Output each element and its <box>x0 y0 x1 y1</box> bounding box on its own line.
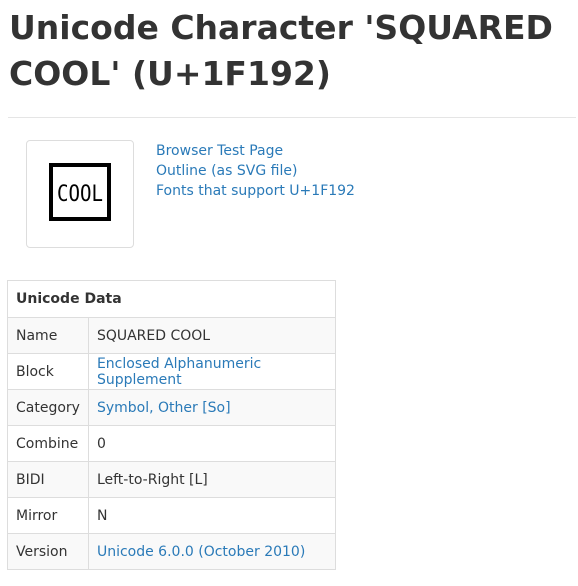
table-header-row: Unicode Data <box>7 280 336 318</box>
row-value-mirror: N <box>87 497 337 534</box>
outline-svg-link[interactable]: Outline (as SVG file) <box>156 161 355 181</box>
row-key-block: Block <box>7 353 89 390</box>
table-row: Name SQUARED COOL <box>7 317 337 354</box>
table-row: BIDI Left-to-Right [L] <box>7 461 337 498</box>
page-title: Unicode Character 'SQUARED COOL' (U+1F19… <box>9 8 553 93</box>
row-key-mirror: Mirror <box>7 497 89 534</box>
row-value-version: Unicode 6.0.0 (October 2010) <box>87 533 337 570</box>
row-key-category: Category <box>7 389 89 426</box>
table-row: Mirror N <box>7 497 337 534</box>
table-row: Block Enclosed Alphanumeric Supplement <box>7 353 337 390</box>
row-key-name: Name <box>7 317 89 354</box>
squared-cool-glyph-icon: COOL <box>49 163 111 221</box>
row-value-category: Symbol, Other [So] <box>87 389 337 426</box>
version-link[interactable]: Unicode 6.0.0 (October 2010) <box>97 544 305 560</box>
category-link[interactable]: Symbol, Other [So] <box>97 400 231 416</box>
browser-test-link[interactable]: Browser Test Page <box>156 141 355 161</box>
unicode-data-table: Unicode Data Name SQUARED COOL Block Enc… <box>7 280 337 570</box>
table-row: Category Symbol, Other [So] <box>7 389 337 426</box>
glyph-preview: COOL <box>26 140 134 248</box>
row-value-name: SQUARED COOL <box>87 317 337 354</box>
row-value-combine: 0 <box>87 425 337 462</box>
glyph-text: COOL <box>57 182 103 207</box>
table-row: Version Unicode 6.0.0 (October 2010) <box>7 533 337 570</box>
title-divider <box>8 117 576 118</box>
character-links: Browser Test Page Outline (as SVG file) … <box>156 141 355 201</box>
table-row: Combine 0 <box>7 425 337 462</box>
row-key-version: Version <box>7 533 89 570</box>
fonts-support-link[interactable]: Fonts that support U+1F192 <box>156 181 355 201</box>
row-key-bidi: BIDI <box>7 461 89 498</box>
row-value-bidi: Left-to-Right [L] <box>87 461 337 498</box>
row-key-combine: Combine <box>7 425 89 462</box>
table-header: Unicode Data <box>7 280 336 318</box>
row-value-block: Enclosed Alphanumeric Supplement <box>87 353 337 390</box>
block-link[interactable]: Enclosed Alphanumeric Supplement <box>97 356 261 388</box>
